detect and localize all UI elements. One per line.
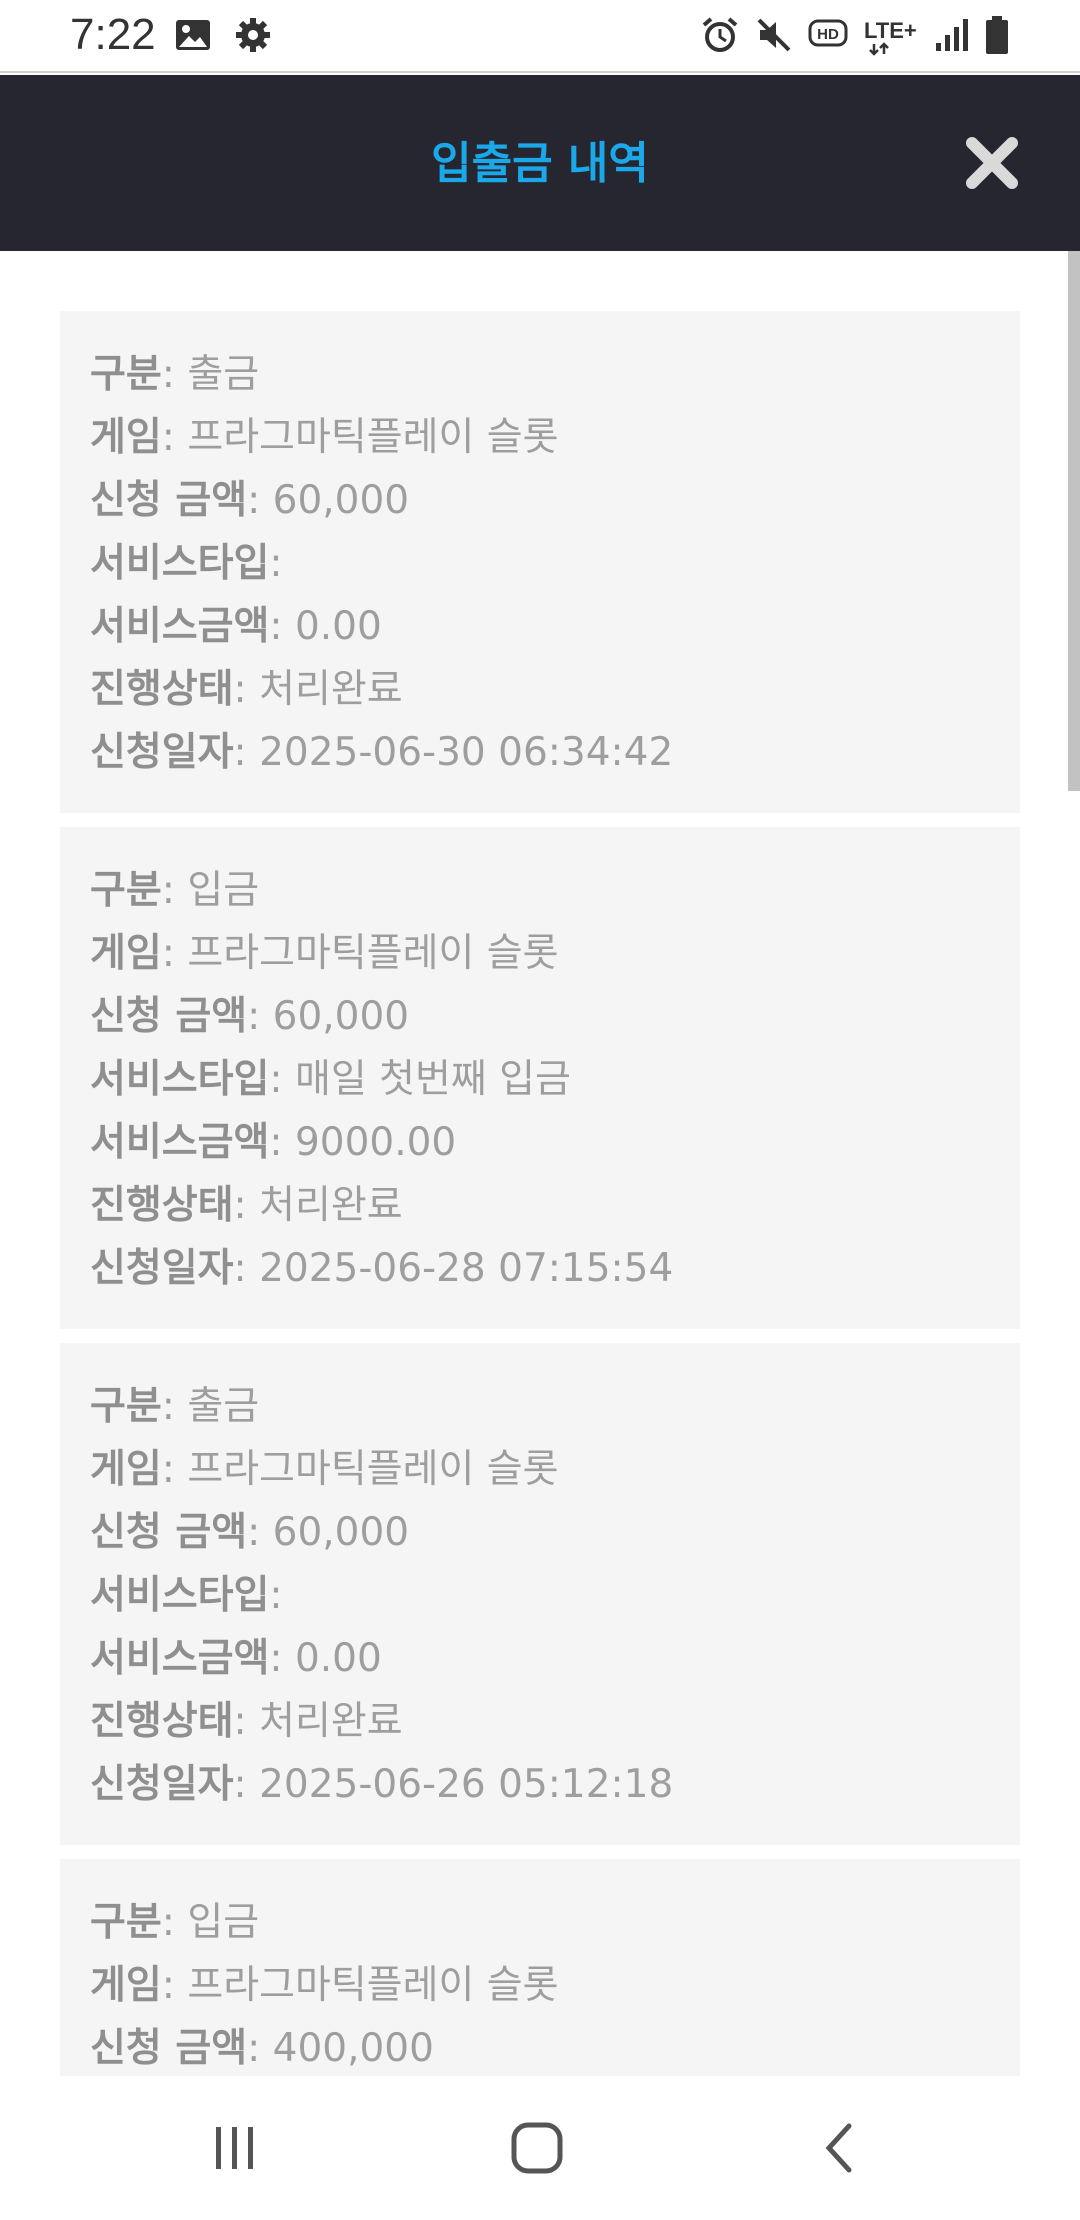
record-game-row: 게임: 프라그마틱플레이 슬롯 <box>90 1963 559 2008</box>
record-service-amount-row: 서비스금액: 0.00 <box>90 604 382 649</box>
svg-text:HD: HD <box>817 26 839 43</box>
record-type-row: 구분: 입금 <box>90 1900 260 1945</box>
record-status-row: 진행상태: 처리완료 <box>90 667 403 712</box>
record-date-row: 신청일자: 2025-06-26 05:12:18 <box>90 1762 674 1807</box>
alarm-icon <box>700 15 740 55</box>
status-left-icons <box>174 16 272 54</box>
scrollbar-thumb[interactable] <box>1068 251 1080 791</box>
recent-apps-icon <box>216 2127 253 2169</box>
record-type-row: 구분: 출금 <box>90 352 260 397</box>
transaction-card: 구분: 출금 게임: 프라그마틱플레이 슬롯 신청 금액: 60,000 서비스… <box>60 311 1020 813</box>
image-icon <box>174 16 212 54</box>
record-amount-row: 신청 금액: 400,000 <box>90 2026 434 2071</box>
record-service-type-row: 서비스타입: 매일 첫번째 입금 <box>90 1057 571 1102</box>
record-date-row: 신청일자: 2025-06-28 07:15:54 <box>90 1246 674 1291</box>
record-type-row: 구분: 출금 <box>90 1384 260 1429</box>
record-amount-row: 신청 금액: 60,000 <box>90 1510 410 1555</box>
system-nav-bar <box>0 2076 1080 2220</box>
record-service-type-row: 서비스타입: <box>90 1573 283 1618</box>
gear-icon <box>234 16 272 54</box>
signal-icon <box>934 17 970 53</box>
record-amount-row: 신청 금액: 60,000 <box>90 478 410 523</box>
svg-text:LTE+: LTE+ <box>864 18 917 43</box>
recent-apps-button[interactable] <box>185 2106 285 2190</box>
transaction-card: 구분: 입금 게임: 프라그마틱플레이 슬롯 신청 금액: 400,000 <box>60 1859 1020 2076</box>
record-service-amount-row: 서비스금액: 9000.00 <box>90 1120 457 1165</box>
record-game-row: 게임: 프라그마틱플레이 슬롯 <box>90 415 559 460</box>
transaction-card: 구분: 입금 게임: 프라그마틱플레이 슬롯 신청 금액: 60,000 서비스… <box>60 827 1020 1329</box>
hd-icon: HD <box>808 17 848 53</box>
page-title: 입출금 내역 <box>431 138 649 189</box>
transaction-card: 구분: 출금 게임: 프라그마틱플레이 슬롯 신청 금액: 60,000 서비스… <box>60 1343 1020 1845</box>
transaction-list[interactable]: 구분: 출금 게임: 프라그마틱플레이 슬롯 신청 금액: 60,000 서비스… <box>0 251 1068 2076</box>
record-date-row: 신청일자: 2025-06-30 06:34:42 <box>90 730 674 775</box>
lte-icon: LTE+ <box>862 14 920 56</box>
close-button[interactable] <box>952 123 1032 203</box>
status-time: 7:22 <box>70 10 156 59</box>
battery-icon <box>984 15 1010 55</box>
home-button[interactable] <box>487 2106 587 2190</box>
mute-icon <box>754 15 794 55</box>
status-bar: 7:22 HD LTE+ <box>0 0 1080 73</box>
record-game-row: 게임: 프라그마틱플레이 슬롯 <box>90 931 559 976</box>
header-bar: 입출금 내역 <box>0 75 1080 251</box>
record-type-row: 구분: 입금 <box>90 868 260 913</box>
record-amount-row: 신청 금액: 60,000 <box>90 994 410 1039</box>
record-status-row: 진행상태: 처리완료 <box>90 1699 403 1744</box>
record-game-row: 게임: 프라그마틱플레이 슬롯 <box>90 1447 559 1492</box>
back-icon <box>825 2123 852 2173</box>
record-status-row: 진행상태: 처리완료 <box>90 1183 403 1228</box>
close-icon <box>966 137 1018 189</box>
status-right-icons: HD LTE+ <box>700 14 1010 56</box>
record-service-type-row: 서비스타입: <box>90 541 283 586</box>
record-service-amount-row: 서비스금액: 0.00 <box>90 1636 382 1681</box>
home-icon <box>511 2122 563 2174</box>
back-button[interactable] <box>790 2106 890 2190</box>
